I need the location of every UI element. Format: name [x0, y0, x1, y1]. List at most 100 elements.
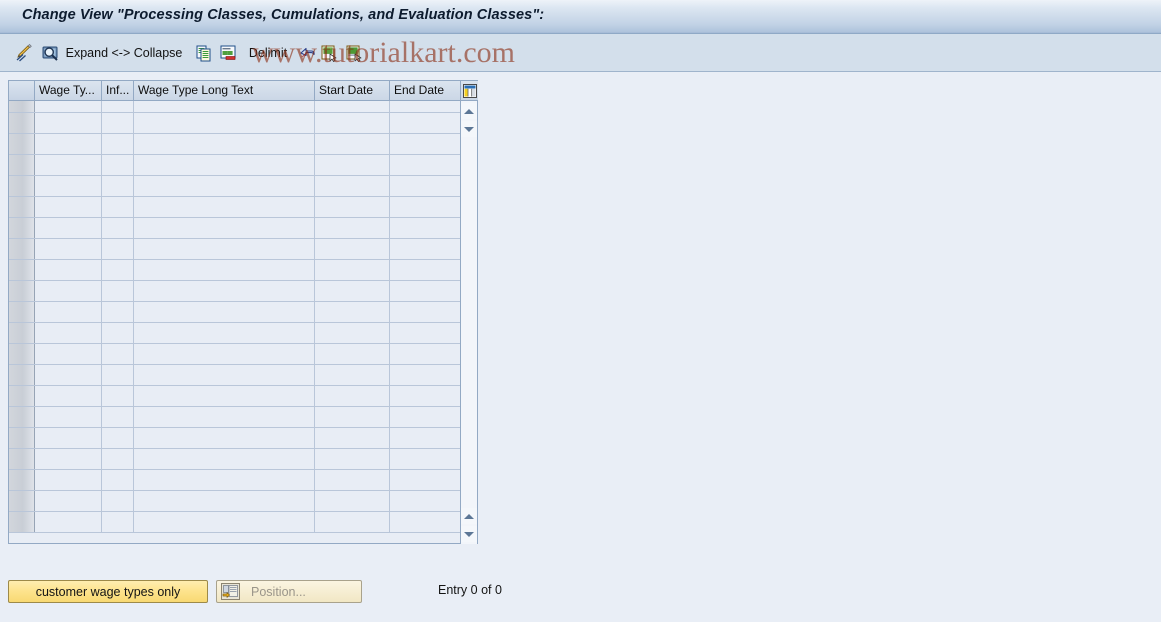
- table-cell-end_date[interactable]: [390, 512, 461, 532]
- table-cell-long_text[interactable]: [134, 491, 315, 511]
- table-cell-start_date[interactable]: [315, 155, 390, 175]
- row-selector-cell[interactable]: [9, 113, 35, 133]
- table-cell-start_date[interactable]: [315, 197, 390, 217]
- row-selector-cell[interactable]: [9, 512, 35, 532]
- table-cell-end_date[interactable]: [390, 239, 461, 259]
- table-cell-long_text[interactable]: [134, 407, 315, 427]
- table-cell-infotype[interactable]: [102, 176, 134, 196]
- table-cell-infotype[interactable]: [102, 155, 134, 175]
- table-row[interactable]: [9, 512, 461, 533]
- table-cell-start_date[interactable]: [315, 344, 390, 364]
- position-button[interactable]: Position...: [216, 580, 362, 603]
- table-cell-start_date[interactable]: [315, 218, 390, 238]
- table-cell-wage_type[interactable]: [35, 491, 102, 511]
- row-selector-cell[interactable]: [9, 260, 35, 280]
- table-cell-wage_type[interactable]: [35, 281, 102, 301]
- table-cell-long_text[interactable]: [134, 218, 315, 238]
- table-row[interactable]: [9, 101, 461, 113]
- table-cell-start_date[interactable]: [315, 260, 390, 280]
- table-cell-long_text[interactable]: [134, 101, 315, 112]
- table-cell-start_date[interactable]: [315, 134, 390, 154]
- table-cell-end_date[interactable]: [390, 386, 461, 406]
- row-selector-cell[interactable]: [9, 470, 35, 490]
- table-cell-end_date[interactable]: [390, 134, 461, 154]
- table-cell-start_date[interactable]: [315, 407, 390, 427]
- table-cell-end_date[interactable]: [390, 344, 461, 364]
- row-selector-cell[interactable]: [9, 239, 35, 259]
- table-cell-long_text[interactable]: [134, 344, 315, 364]
- table-cell-wage_type[interactable]: [35, 323, 102, 343]
- table-cell-wage_type[interactable]: [35, 470, 102, 490]
- table-cell-infotype[interactable]: [102, 470, 134, 490]
- table-row[interactable]: [9, 428, 461, 449]
- row-selector-cell[interactable]: [9, 386, 35, 406]
- customer-wage-types-only-button[interactable]: customer wage types only: [8, 580, 208, 603]
- toolbar-button-previous-entry[interactable]: [318, 40, 340, 66]
- scroll-page-down-button[interactable]: [461, 121, 477, 137]
- table-settings-button[interactable]: [461, 81, 478, 100]
- row-selector-cell[interactable]: [9, 407, 35, 427]
- toolbar-button-expand-collapse[interactable]: Expand <-> Collapse: [64, 40, 184, 66]
- row-selector-cell[interactable]: [9, 323, 35, 343]
- table-cell-wage_type[interactable]: [35, 386, 102, 406]
- table-cell-long_text[interactable]: [134, 323, 315, 343]
- table-cell-long_text[interactable]: [134, 386, 315, 406]
- table-cell-infotype[interactable]: [102, 323, 134, 343]
- scroll-page-up-button[interactable]: [461, 103, 477, 119]
- table-cell-long_text[interactable]: [134, 470, 315, 490]
- table-cell-infotype[interactable]: [102, 260, 134, 280]
- table-cell-end_date[interactable]: [390, 491, 461, 511]
- table-cell-wage_type[interactable]: [35, 155, 102, 175]
- toolbar-button-next-entry[interactable]: [343, 40, 365, 66]
- table-cell-long_text[interactable]: [134, 281, 315, 301]
- table-cell-long_text[interactable]: [134, 365, 315, 385]
- row-selector-cell[interactable]: [9, 491, 35, 511]
- table-cell-start_date[interactable]: [315, 470, 390, 490]
- table-cell-start_date[interactable]: [315, 365, 390, 385]
- table-cell-end_date[interactable]: [390, 302, 461, 322]
- row-selector-cell[interactable]: [9, 302, 35, 322]
- table-row[interactable]: [9, 239, 461, 260]
- table-cell-end_date[interactable]: [390, 407, 461, 427]
- table-row[interactable]: [9, 281, 461, 302]
- table-cell-infotype[interactable]: [102, 302, 134, 322]
- table-cell-wage_type[interactable]: [35, 176, 102, 196]
- table-cell-wage_type[interactable]: [35, 449, 102, 469]
- row-selector-cell[interactable]: [9, 155, 35, 175]
- row-selector-cell[interactable]: [9, 218, 35, 238]
- table-cell-long_text[interactable]: [134, 197, 315, 217]
- table-cell-wage_type[interactable]: [35, 302, 102, 322]
- table-row[interactable]: [9, 302, 461, 323]
- table-row[interactable]: [9, 218, 461, 239]
- table-row[interactable]: [9, 323, 461, 344]
- table-cell-infotype[interactable]: [102, 134, 134, 154]
- table-cell-start_date[interactable]: [315, 113, 390, 133]
- table-cell-wage_type[interactable]: [35, 428, 102, 448]
- table-cell-infotype[interactable]: [102, 239, 134, 259]
- table-cell-wage_type[interactable]: [35, 134, 102, 154]
- row-selector-cell[interactable]: [9, 449, 35, 469]
- table-header-infotype[interactable]: Inf...: [102, 81, 134, 100]
- table-cell-infotype[interactable]: [102, 407, 134, 427]
- table-cell-wage_type[interactable]: [35, 101, 102, 112]
- toolbar-button-copy-as[interactable]: [192, 40, 216, 66]
- toolbar-button-display-change-toggle[interactable]: [12, 40, 38, 66]
- toolbar-button-delimit[interactable]: Delimit: [244, 40, 292, 66]
- table-header-long-text[interactable]: Wage Type Long Text: [134, 81, 315, 100]
- table-cell-start_date[interactable]: [315, 386, 390, 406]
- table-cell-long_text[interactable]: [134, 134, 315, 154]
- table-row[interactable]: [9, 155, 461, 176]
- table-cell-wage_type[interactable]: [35, 407, 102, 427]
- table-row[interactable]: [9, 134, 461, 155]
- table-cell-long_text[interactable]: [134, 449, 315, 469]
- table-cell-long_text[interactable]: [134, 302, 315, 322]
- table-row[interactable]: [9, 365, 461, 386]
- table-cell-infotype[interactable]: [102, 512, 134, 532]
- row-selector-cell[interactable]: [9, 101, 35, 112]
- table-cell-long_text[interactable]: [134, 260, 315, 280]
- table-cell-infotype[interactable]: [102, 428, 134, 448]
- table-cell-wage_type[interactable]: [35, 218, 102, 238]
- row-selector-cell[interactable]: [9, 428, 35, 448]
- row-selector-cell[interactable]: [9, 197, 35, 217]
- table-row[interactable]: [9, 407, 461, 428]
